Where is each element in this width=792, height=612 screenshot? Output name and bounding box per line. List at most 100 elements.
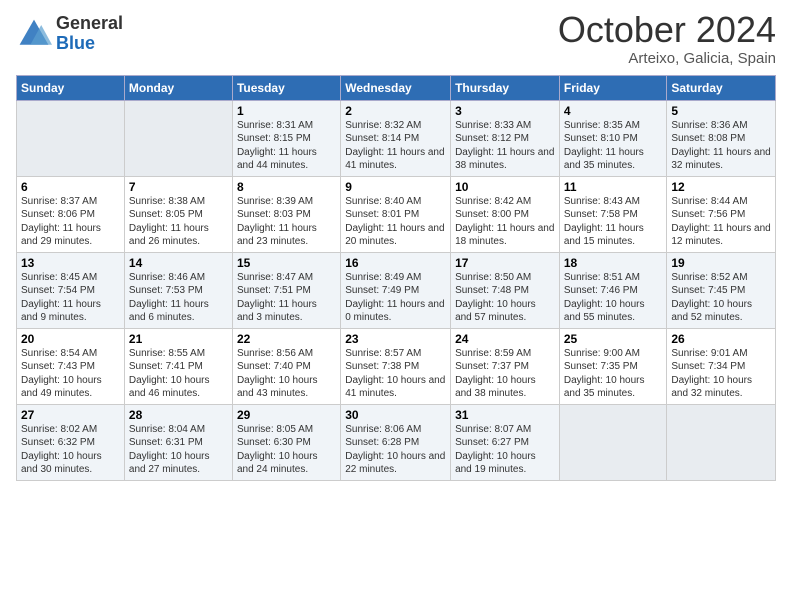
weekday-header: Saturday: [667, 75, 776, 100]
calendar-day-cell: 28Sunrise: 8:04 AMSunset: 6:31 PMDayligh…: [124, 404, 232, 480]
day-number: 2: [345, 104, 446, 118]
calendar-day-cell: 27Sunrise: 8:02 AMSunset: 6:32 PMDayligh…: [17, 404, 125, 480]
day-info: Sunrise: 8:45 AMSunset: 7:54 PMDaylight:…: [21, 271, 120, 325]
calendar-day-cell: 9Sunrise: 8:40 AMSunset: 8:01 PMDaylight…: [341, 176, 451, 252]
day-info: Sunrise: 8:40 AMSunset: 8:01 PMDaylight:…: [345, 195, 446, 249]
day-info: Sunrise: 8:42 AMSunset: 8:00 PMDaylight:…: [455, 195, 555, 249]
weekday-header: Thursday: [451, 75, 560, 100]
calendar-day-cell: 5Sunrise: 8:36 AMSunset: 8:08 PMDaylight…: [667, 100, 776, 176]
calendar-day-cell: 26Sunrise: 9:01 AMSunset: 7:34 PMDayligh…: [667, 328, 776, 404]
day-number: 15: [237, 256, 336, 270]
day-info: Sunrise: 8:39 AMSunset: 8:03 PMDaylight:…: [237, 195, 336, 249]
calendar-day-cell: 21Sunrise: 8:55 AMSunset: 7:41 PMDayligh…: [124, 328, 232, 404]
day-info: Sunrise: 8:07 AMSunset: 6:27 PMDaylight:…: [455, 423, 555, 477]
calendar-day-cell: 30Sunrise: 8:06 AMSunset: 6:28 PMDayligh…: [341, 404, 451, 480]
day-info: Sunrise: 8:05 AMSunset: 6:30 PMDaylight:…: [237, 423, 336, 477]
calendar-day-cell: 6Sunrise: 8:37 AMSunset: 8:06 PMDaylight…: [17, 176, 125, 252]
day-number: 25: [564, 332, 663, 346]
day-number: 17: [455, 256, 555, 270]
weekday-header: Monday: [124, 75, 232, 100]
logo-text: General Blue: [56, 14, 123, 54]
calendar-day-cell: 4Sunrise: 8:35 AMSunset: 8:10 PMDaylight…: [559, 100, 667, 176]
calendar-day-cell: 17Sunrise: 8:50 AMSunset: 7:48 PMDayligh…: [451, 252, 560, 328]
main-container: General Blue October 2024 Arteixo, Galic…: [0, 0, 792, 491]
calendar-day-cell: 1Sunrise: 8:31 AMSunset: 8:15 PMDaylight…: [232, 100, 340, 176]
day-number: 27: [21, 408, 120, 422]
calendar-day-cell: 20Sunrise: 8:54 AMSunset: 7:43 PMDayligh…: [17, 328, 125, 404]
calendar-day-cell: 12Sunrise: 8:44 AMSunset: 7:56 PMDayligh…: [667, 176, 776, 252]
day-info: Sunrise: 8:50 AMSunset: 7:48 PMDaylight:…: [455, 271, 555, 325]
calendar-day-cell: 11Sunrise: 8:43 AMSunset: 7:58 PMDayligh…: [559, 176, 667, 252]
calendar-day-cell: 23Sunrise: 8:57 AMSunset: 7:38 PMDayligh…: [341, 328, 451, 404]
day-info: Sunrise: 8:46 AMSunset: 7:53 PMDaylight:…: [129, 271, 228, 325]
month-title: October 2024: [558, 10, 776, 50]
day-number: 24: [455, 332, 555, 346]
day-number: 8: [237, 180, 336, 194]
day-info: Sunrise: 8:36 AMSunset: 8:08 PMDaylight:…: [671, 119, 771, 173]
logo-icon: [16, 16, 52, 52]
day-number: 4: [564, 104, 663, 118]
day-info: Sunrise: 8:52 AMSunset: 7:45 PMDaylight:…: [671, 271, 771, 325]
day-info: Sunrise: 8:47 AMSunset: 7:51 PMDaylight:…: [237, 271, 336, 325]
day-info: Sunrise: 8:51 AMSunset: 7:46 PMDaylight:…: [564, 271, 663, 325]
calendar-day-cell: 3Sunrise: 8:33 AMSunset: 8:12 PMDaylight…: [451, 100, 560, 176]
calendar-day-cell: 29Sunrise: 8:05 AMSunset: 6:30 PMDayligh…: [232, 404, 340, 480]
day-info: Sunrise: 9:00 AMSunset: 7:35 PMDaylight:…: [564, 347, 663, 401]
day-info: Sunrise: 8:55 AMSunset: 7:41 PMDaylight:…: [129, 347, 228, 401]
logo: General Blue: [16, 14, 123, 54]
logo-blue: Blue: [56, 34, 123, 54]
weekday-header: Tuesday: [232, 75, 340, 100]
calendar-day-cell: 10Sunrise: 8:42 AMSunset: 8:00 PMDayligh…: [451, 176, 560, 252]
day-number: 22: [237, 332, 336, 346]
calendar-day-cell: 31Sunrise: 8:07 AMSunset: 6:27 PMDayligh…: [451, 404, 560, 480]
day-info: Sunrise: 8:49 AMSunset: 7:49 PMDaylight:…: [345, 271, 446, 325]
day-info: Sunrise: 8:43 AMSunset: 7:58 PMDaylight:…: [564, 195, 663, 249]
day-info: Sunrise: 8:31 AMSunset: 8:15 PMDaylight:…: [237, 119, 336, 173]
day-number: 30: [345, 408, 446, 422]
header: General Blue October 2024 Arteixo, Galic…: [16, 10, 776, 67]
day-number: 18: [564, 256, 663, 270]
calendar-day-cell: 7Sunrise: 8:38 AMSunset: 8:05 PMDaylight…: [124, 176, 232, 252]
calendar-day-cell: 18Sunrise: 8:51 AMSunset: 7:46 PMDayligh…: [559, 252, 667, 328]
day-number: 10: [455, 180, 555, 194]
calendar-day-cell: [124, 100, 232, 176]
calendar-day-cell: [559, 404, 667, 480]
day-info: Sunrise: 8:02 AMSunset: 6:32 PMDaylight:…: [21, 423, 120, 477]
title-block: October 2024 Arteixo, Galicia, Spain: [558, 10, 776, 67]
calendar-day-cell: 24Sunrise: 8:59 AMSunset: 7:37 PMDayligh…: [451, 328, 560, 404]
day-number: 19: [671, 256, 771, 270]
day-number: 13: [21, 256, 120, 270]
day-number: 14: [129, 256, 228, 270]
logo-general: General: [56, 14, 123, 34]
day-number: 1: [237, 104, 336, 118]
calendar-day-cell: [667, 404, 776, 480]
day-info: Sunrise: 8:56 AMSunset: 7:40 PMDaylight:…: [237, 347, 336, 401]
day-number: 3: [455, 104, 555, 118]
weekday-header: Friday: [559, 75, 667, 100]
day-info: Sunrise: 8:32 AMSunset: 8:14 PMDaylight:…: [345, 119, 446, 173]
day-number: 11: [564, 180, 663, 194]
calendar-table: SundayMondayTuesdayWednesdayThursdayFrid…: [16, 75, 776, 481]
day-info: Sunrise: 8:44 AMSunset: 7:56 PMDaylight:…: [671, 195, 771, 249]
location: Arteixo, Galicia, Spain: [558, 50, 776, 67]
calendar-week-row: 6Sunrise: 8:37 AMSunset: 8:06 PMDaylight…: [17, 176, 776, 252]
calendar-day-cell: 14Sunrise: 8:46 AMSunset: 7:53 PMDayligh…: [124, 252, 232, 328]
day-info: Sunrise: 8:37 AMSunset: 8:06 PMDaylight:…: [21, 195, 120, 249]
calendar-week-row: 1Sunrise: 8:31 AMSunset: 8:15 PMDaylight…: [17, 100, 776, 176]
day-number: 5: [671, 104, 771, 118]
weekday-header-row: SundayMondayTuesdayWednesdayThursdayFrid…: [17, 75, 776, 100]
calendar-week-row: 20Sunrise: 8:54 AMSunset: 7:43 PMDayligh…: [17, 328, 776, 404]
day-info: Sunrise: 8:59 AMSunset: 7:37 PMDaylight:…: [455, 347, 555, 401]
day-info: Sunrise: 8:57 AMSunset: 7:38 PMDaylight:…: [345, 347, 446, 401]
day-info: Sunrise: 8:54 AMSunset: 7:43 PMDaylight:…: [21, 347, 120, 401]
calendar-day-cell: 8Sunrise: 8:39 AMSunset: 8:03 PMDaylight…: [232, 176, 340, 252]
day-number: 21: [129, 332, 228, 346]
day-number: 26: [671, 332, 771, 346]
calendar-day-cell: 15Sunrise: 8:47 AMSunset: 7:51 PMDayligh…: [232, 252, 340, 328]
day-number: 29: [237, 408, 336, 422]
day-info: Sunrise: 8:38 AMSunset: 8:05 PMDaylight:…: [129, 195, 228, 249]
day-info: Sunrise: 8:06 AMSunset: 6:28 PMDaylight:…: [345, 423, 446, 477]
day-number: 20: [21, 332, 120, 346]
calendar-day-cell: 16Sunrise: 8:49 AMSunset: 7:49 PMDayligh…: [341, 252, 451, 328]
calendar-day-cell: 13Sunrise: 8:45 AMSunset: 7:54 PMDayligh…: [17, 252, 125, 328]
